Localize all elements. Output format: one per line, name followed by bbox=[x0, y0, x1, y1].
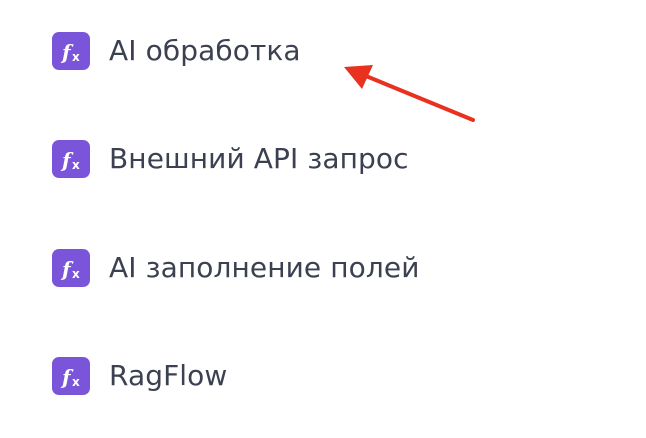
menu-item-ai-processing[interactable]: f x AI обработка bbox=[52, 31, 301, 71]
menu-item-ragflow[interactable]: f x RagFlow bbox=[52, 356, 227, 396]
function-menu: f x AI обработка f x Внешний API запрос … bbox=[0, 0, 646, 438]
function-icon: f x bbox=[52, 140, 90, 178]
menu-item-label: AI обработка bbox=[109, 34, 301, 67]
function-icon: f x bbox=[52, 249, 90, 287]
menu-item-external-api-request[interactable]: f x Внешний API запрос bbox=[52, 139, 409, 179]
menu-item-label: AI заполнение полей bbox=[109, 251, 420, 284]
svg-text:x: x bbox=[72, 267, 80, 281]
svg-text:x: x bbox=[72, 375, 80, 389]
menu-item-label: Внешний API запрос bbox=[109, 142, 409, 175]
svg-text:x: x bbox=[72, 158, 80, 172]
function-icon: f x bbox=[52, 32, 90, 70]
menu-item-ai-field-fill[interactable]: f x AI заполнение полей bbox=[52, 248, 420, 288]
svg-text:x: x bbox=[72, 50, 80, 64]
menu-item-label: RagFlow bbox=[109, 359, 228, 392]
function-icon: f x bbox=[52, 357, 90, 395]
